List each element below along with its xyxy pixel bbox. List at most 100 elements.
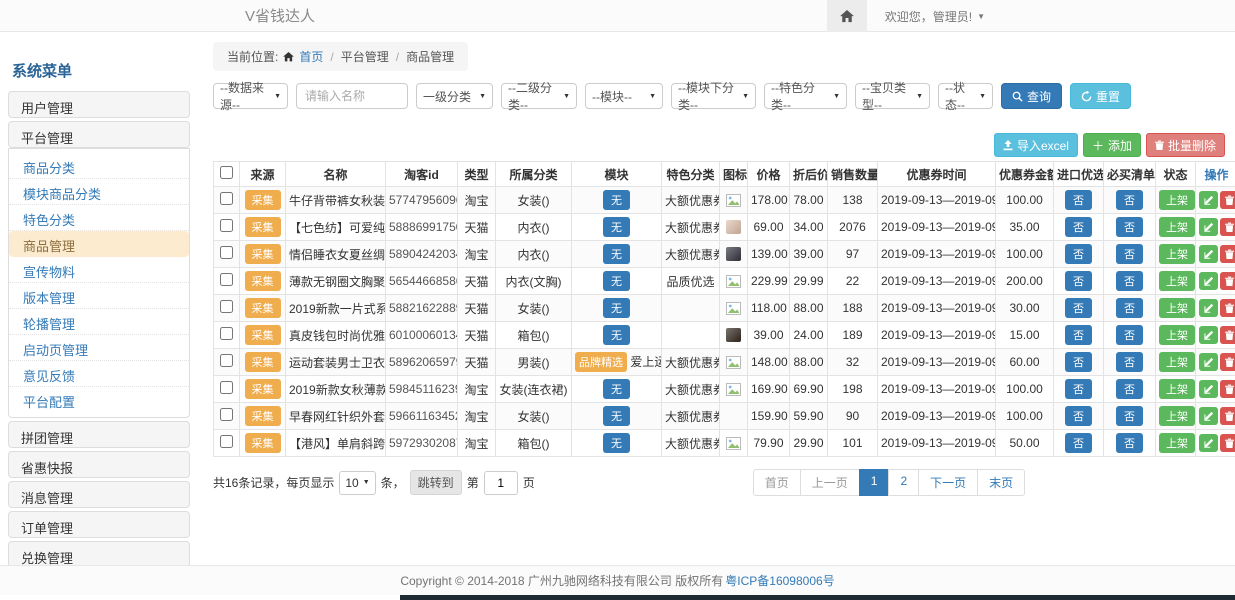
page-button[interactable]: 2 [888,469,919,496]
must-buy-toggle[interactable]: 否 [1116,406,1143,426]
status-toggle[interactable]: 上架 [1159,298,1195,318]
must-buy-toggle[interactable]: 否 [1116,352,1143,372]
status-toggle[interactable]: 上架 [1159,190,1195,210]
edit-button[interactable] [1199,218,1218,236]
filter-select[interactable]: --模块下分类--▼ [671,83,756,109]
sidebar-subitem[interactable]: 意见反馈 [9,361,189,387]
sidebar-group[interactable]: 兑换管理 [8,541,190,568]
must-buy-toggle[interactable]: 否 [1116,271,1143,291]
delete-button[interactable] [1220,407,1235,425]
must-buy-toggle[interactable]: 否 [1116,325,1143,345]
must-buy-toggle[interactable]: 否 [1116,379,1143,399]
row-checkbox[interactable] [220,246,233,259]
home-button[interactable] [827,0,867,32]
import-select-toggle[interactable]: 否 [1065,217,1092,237]
status-toggle[interactable]: 上架 [1159,352,1195,372]
sidebar-subitem[interactable]: 模块商品分类 [9,179,189,205]
page-button[interactable]: 末页 [977,469,1025,496]
sidebar-subitem[interactable]: 版本管理 [9,283,189,309]
import-select-toggle[interactable]: 否 [1065,271,1092,291]
edit-button[interactable] [1199,380,1218,398]
import-select-toggle[interactable]: 否 [1065,433,1092,453]
status-toggle[interactable]: 上架 [1159,325,1195,345]
row-checkbox[interactable] [220,327,233,340]
delete-button[interactable] [1220,380,1235,398]
status-toggle[interactable]: 上架 [1159,271,1195,291]
status-toggle[interactable]: 上架 [1159,379,1195,399]
import-select-toggle[interactable]: 否 [1065,325,1092,345]
sidebar-group[interactable]: 用户管理 [8,91,190,118]
delete-button[interactable] [1220,218,1235,236]
import-select-toggle[interactable]: 否 [1065,352,1092,372]
row-checkbox[interactable] [220,381,233,394]
delete-button[interactable] [1220,191,1235,209]
row-checkbox[interactable] [220,354,233,367]
batch-delete-button[interactable]: 批量删除 [1146,133,1225,157]
sidebar-group[interactable]: 订单管理 [8,511,190,538]
import-select-toggle[interactable]: 否 [1065,379,1092,399]
sidebar-subitem[interactable]: 特色分类 [9,205,189,231]
filter-select[interactable]: --特色分类--▼ [764,83,847,109]
import-select-toggle[interactable]: 否 [1065,190,1092,210]
edit-button[interactable] [1199,326,1218,344]
edit-button[interactable] [1199,353,1218,371]
reset-button[interactable]: 重置 [1070,83,1131,109]
filter-select[interactable]: --宝贝类型--▼ [855,83,930,109]
sidebar-subitem[interactable]: 商品分类 [9,153,189,179]
delete-button[interactable] [1220,272,1235,290]
status-toggle[interactable]: 上架 [1159,406,1195,426]
breadcrumb-home-link[interactable]: 首页 [299,48,323,65]
sidebar-group[interactable]: 拼团管理 [8,421,190,448]
delete-button[interactable] [1220,353,1235,371]
row-checkbox[interactable] [220,408,233,421]
edit-button[interactable] [1199,299,1218,317]
edit-button[interactable] [1199,191,1218,209]
delete-button[interactable] [1220,299,1235,317]
row-checkbox[interactable] [220,192,233,205]
query-button[interactable]: 查询 [1001,83,1062,109]
edit-button[interactable] [1199,245,1218,263]
must-buy-toggle[interactable]: 否 [1116,190,1143,210]
status-toggle[interactable]: 上架 [1159,217,1195,237]
name-search-input[interactable] [296,83,408,109]
must-buy-toggle[interactable]: 否 [1116,433,1143,453]
row-checkbox[interactable] [220,300,233,313]
edit-button[interactable] [1199,272,1218,290]
filter-select[interactable]: 一级分类▼ [416,83,493,109]
delete-button[interactable] [1220,326,1235,344]
sidebar-subitem[interactable]: 轮播管理 [9,309,189,335]
sidebar-subitem[interactable]: 宣传物料 [9,257,189,283]
import-excel-button[interactable]: 导入excel [994,133,1078,157]
edit-button[interactable] [1199,434,1218,452]
row-checkbox[interactable] [220,219,233,232]
import-select-toggle[interactable]: 否 [1065,406,1092,426]
page-size-select[interactable]: 10 ▼ [339,471,375,495]
sidebar-subitem[interactable]: 平台配置 [9,387,189,413]
status-toggle[interactable]: 上架 [1159,244,1195,264]
page-button[interactable]: 下一页 [918,469,978,496]
sidebar-subitem[interactable]: 启动页管理 [9,335,189,361]
page-button[interactable]: 1 [859,469,890,496]
select-all-checkbox[interactable] [220,166,233,179]
sidebar-group[interactable]: 消息管理 [8,481,190,508]
filter-select[interactable]: --数据来源--▼ [213,83,288,109]
row-checkbox[interactable] [220,435,233,448]
delete-button[interactable] [1220,245,1235,263]
sidebar-group[interactable]: 省惠快报 [8,451,190,478]
filter-select[interactable]: --模块--▼ [585,83,663,109]
import-select-toggle[interactable]: 否 [1065,298,1092,318]
sidebar-group[interactable]: 平台管理 [8,121,190,148]
icp-link[interactable]: 粤ICP备16098006号 [725,572,834,589]
import-select-toggle[interactable]: 否 [1065,244,1092,264]
add-button[interactable]: ＋ 添加 [1083,133,1141,157]
delete-button[interactable] [1220,434,1235,452]
user-menu[interactable]: 欢迎您，管理员! ▼ [885,8,985,25]
sidebar-subitem[interactable]: 商品管理 [9,231,189,257]
filter-select[interactable]: --二级分类--▼ [501,83,577,109]
must-buy-toggle[interactable]: 否 [1116,217,1143,237]
status-toggle[interactable]: 上架 [1159,433,1195,453]
jump-button[interactable]: 跳转到 [410,470,462,495]
jump-page-input[interactable] [484,471,518,495]
filter-select[interactable]: --状态--▼ [938,83,993,109]
must-buy-toggle[interactable]: 否 [1116,244,1143,264]
